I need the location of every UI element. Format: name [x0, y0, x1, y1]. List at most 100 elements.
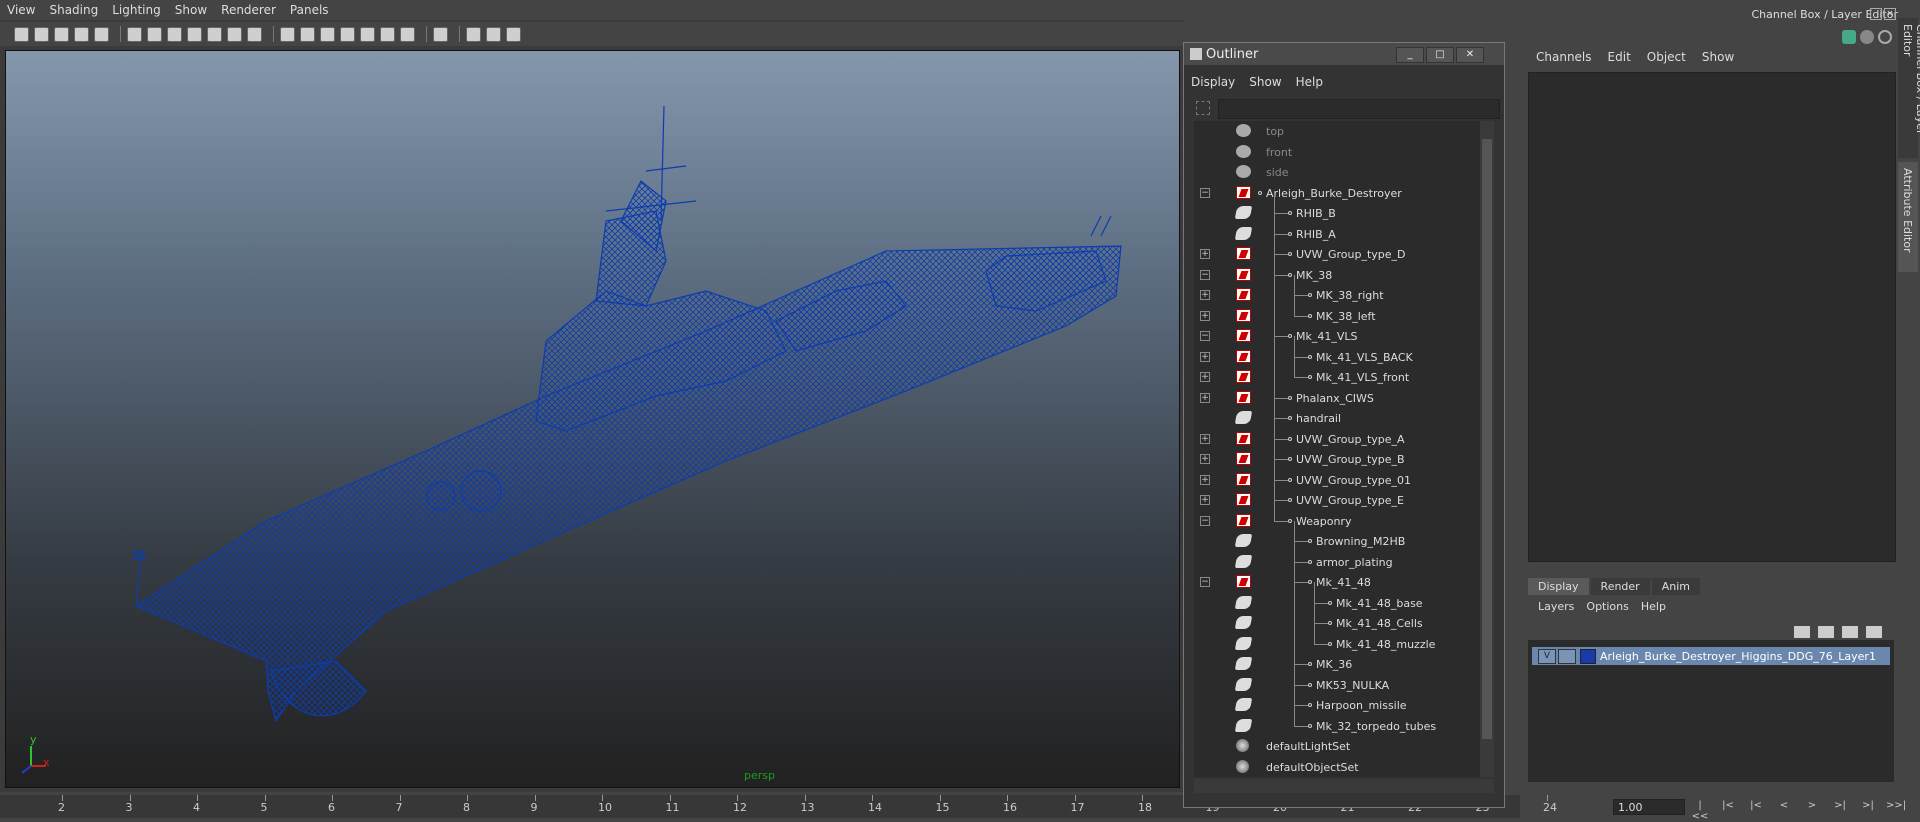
filter-icon[interactable]	[1196, 101, 1210, 115]
isolate-select-icon[interactable]	[433, 26, 448, 42]
outliner-item[interactable]: + MK_38_left	[1194, 306, 1480, 326]
menu-layers[interactable]: Layers	[1532, 600, 1580, 613]
field-chart-icon[interactable]	[207, 26, 222, 42]
wireframe-on-shaded-icon[interactable]	[320, 26, 335, 42]
xray-joints-icon[interactable]	[486, 26, 501, 42]
outliner-item[interactable]: + UVW_Group_type_D	[1194, 244, 1480, 264]
play-backwards-button[interactable]: <	[1774, 800, 1794, 814]
shadows-icon[interactable]	[380, 26, 395, 42]
move-layer-up-icon[interactable]	[1794, 626, 1810, 638]
outliner-item[interactable]: + Mk_41_VLS_front	[1194, 367, 1480, 387]
outliner-item[interactable]: defaultLightSet	[1194, 736, 1480, 756]
tab-channel-box-layer-editor[interactable]: Channel Box / Layer Editor	[1898, 18, 1920, 158]
collapse-icon[interactable]: −	[1200, 269, 1210, 280]
expand-icon[interactable]: +	[1200, 495, 1210, 505]
outliner-titlebar[interactable]: Outliner _ □ ✕	[1184, 43, 1504, 65]
textured-icon[interactable]	[340, 26, 355, 42]
expand-icon[interactable]: +	[1200, 351, 1210, 362]
outliner-menu-display[interactable]: Display	[1184, 75, 1242, 89]
menu-renderer[interactable]: Renderer	[214, 3, 283, 17]
layer-color-swatch[interactable]	[1580, 649, 1596, 664]
maximize-button[interactable]: □	[1426, 47, 1454, 63]
high-quality-icon[interactable]	[400, 26, 415, 42]
outliner-item[interactable]: + MK_38_right	[1194, 285, 1480, 305]
outliner-item[interactable]: front	[1194, 142, 1480, 162]
menu-panels[interactable]: Panels	[283, 3, 336, 17]
outliner-item[interactable]: armor_plating	[1194, 552, 1480, 572]
menu-view[interactable]: View	[0, 3, 42, 17]
expand-icon[interactable]: +	[1200, 372, 1210, 382]
film-gate-icon[interactable]	[147, 26, 162, 42]
menu-show[interactable]: Show	[168, 3, 214, 17]
outliner-item[interactable]: + Mk_41_VLS_BACK	[1194, 347, 1480, 367]
layer-row[interactable]: V Arleigh_Burke_Destroyer_Higgins_DDG_76…	[1532, 647, 1890, 665]
tab-anim[interactable]: Anim	[1651, 578, 1700, 595]
select-camera-icon[interactable]	[14, 26, 29, 42]
move-layer-down-icon[interactable]	[1818, 626, 1834, 638]
manipulator-icon[interactable]	[1842, 30, 1856, 44]
outliner-item[interactable]: Mk_32_torpedo_tubes	[1194, 716, 1480, 736]
collapse-icon[interactable]: −	[1200, 515, 1210, 526]
safe-action-icon[interactable]	[227, 26, 242, 42]
layer-visibility-toggle[interactable]: V	[1538, 649, 1556, 664]
grid-icon[interactable]	[127, 26, 142, 42]
step-forward-key-button[interactable]: >|	[1858, 800, 1878, 814]
outliner-item[interactable]: Mk_41_48_muzzle	[1194, 634, 1480, 654]
expand-icon[interactable]: +	[1200, 454, 1210, 464]
image-plane-icon[interactable]	[74, 26, 89, 42]
use-all-lights-icon[interactable]	[360, 26, 375, 42]
scroll-thumb[interactable]	[1482, 139, 1492, 739]
menu-help[interactable]: Help	[1635, 600, 1672, 613]
outliner-item[interactable]: handrail	[1194, 408, 1480, 428]
outliner-horizontal-scrollbar[interactable]	[1194, 779, 1494, 793]
safe-title-icon[interactable]	[247, 26, 262, 42]
new-layer-icon[interactable]	[1842, 626, 1858, 638]
wireframe-icon[interactable]	[280, 26, 295, 42]
outliner-menu-help[interactable]: Help	[1289, 75, 1330, 89]
expand-icon[interactable]: +	[1200, 433, 1210, 444]
smooth-shade-icon[interactable]	[300, 26, 315, 42]
2d-pan-icon[interactable]	[94, 26, 109, 42]
tab-render[interactable]: Render	[1590, 578, 1650, 595]
step-forward-frame-button[interactable]: >|	[1830, 800, 1850, 814]
menu-object[interactable]: Object	[1639, 50, 1694, 64]
outliner-item[interactable]: + UVW_Group_type_01	[1194, 470, 1480, 490]
outliner-item[interactable]: − Mk_41_48	[1194, 572, 1480, 592]
outliner-item[interactable]: defaultObjectSet	[1194, 757, 1480, 777]
outliner-item[interactable]: Mk_41_48_Cells	[1194, 613, 1480, 633]
go-to-end-button[interactable]: >>|	[1886, 800, 1906, 814]
menu-lighting[interactable]: Lighting	[105, 3, 168, 17]
layer-display-type-toggle[interactable]	[1558, 649, 1576, 664]
outliner-item[interactable]: − Arleigh_Burke_Destroyer	[1194, 183, 1480, 203]
menu-show[interactable]: Show	[1694, 50, 1742, 64]
expand-icon[interactable]: +	[1200, 249, 1210, 259]
hyper-icon[interactable]	[1878, 30, 1892, 44]
gate-mask-icon[interactable]	[187, 26, 202, 42]
outliner-item[interactable]: Harpoon_missile	[1194, 695, 1480, 715]
minimize-button[interactable]: _	[1396, 47, 1424, 63]
step-back-key-button[interactable]: |<	[1718, 800, 1738, 814]
collapse-icon[interactable]: −	[1200, 187, 1210, 198]
resolution-gate-icon[interactable]	[167, 26, 182, 42]
speed-icon[interactable]	[1860, 30, 1874, 44]
expand-icon[interactable]: +	[1200, 310, 1210, 321]
bookmark-icon[interactable]	[54, 26, 69, 42]
expand-icon[interactable]: +	[1200, 392, 1210, 403]
outliner-item[interactable]: + Phalanx_CIWS	[1194, 388, 1480, 408]
go-to-start-button[interactable]: |<<	[1690, 800, 1710, 822]
expand-icon[interactable]: +	[1200, 474, 1210, 485]
menu-shading[interactable]: Shading	[42, 3, 105, 17]
outliner-item[interactable]: + UVW_Group_type_E	[1194, 490, 1480, 510]
outliner-item[interactable]: − Weaponry	[1194, 511, 1480, 531]
xray-components-icon[interactable]	[506, 26, 521, 42]
close-button[interactable]: ✕	[1456, 47, 1484, 63]
outliner-filter-input[interactable]	[1218, 99, 1500, 119]
outliner-item[interactable]: top	[1194, 121, 1480, 141]
expand-icon[interactable]: +	[1200, 290, 1210, 300]
step-back-frame-button[interactable]: |<	[1746, 800, 1766, 814]
current-time-field[interactable]: 1.00	[1613, 799, 1685, 815]
play-forwards-button[interactable]: >	[1802, 800, 1822, 814]
outliner-menu-show[interactable]: Show	[1242, 75, 1288, 89]
outliner-item[interactable]: RHIB_A	[1194, 224, 1480, 244]
outliner-item[interactable]: − MK_38	[1194, 265, 1480, 285]
